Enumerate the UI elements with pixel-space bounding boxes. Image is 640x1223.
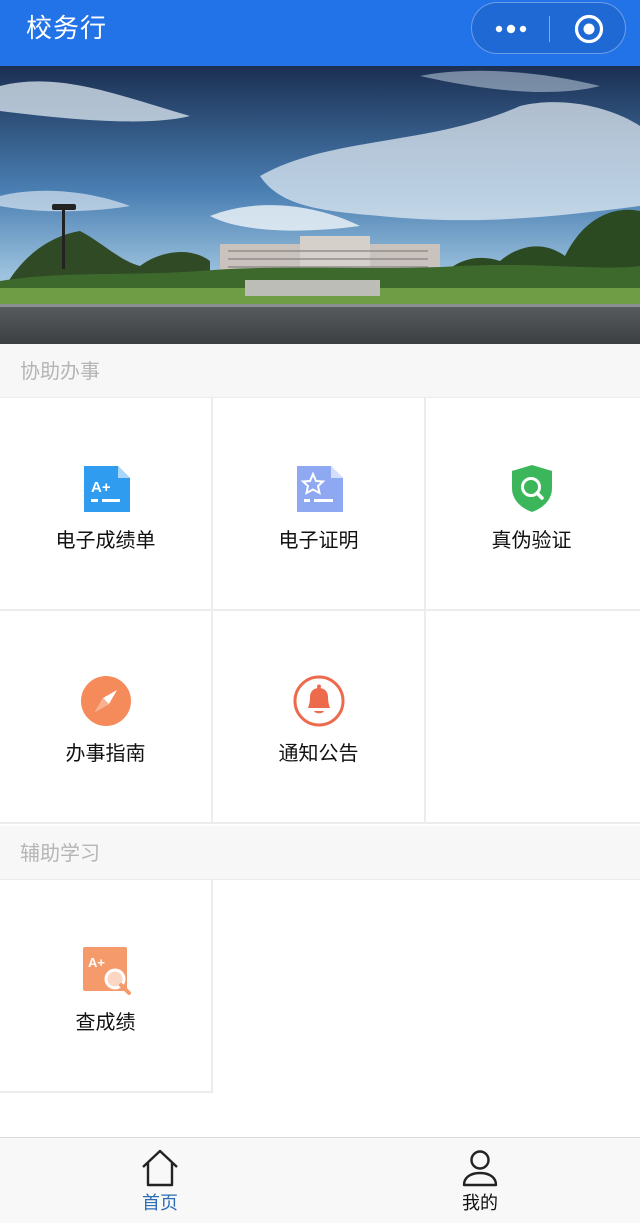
certificate-star-icon	[297, 466, 343, 512]
tile-label: 真伪验证	[491, 528, 572, 552]
tile-label: 通知公告	[278, 741, 359, 765]
home-icon	[142, 1149, 178, 1187]
section-study-assist-header: 辅助学习	[0, 826, 640, 880]
circle-target-icon	[574, 14, 603, 44]
bell-icon	[293, 675, 345, 727]
tab-home[interactable]: 首页	[0, 1138, 320, 1223]
more-button[interactable]	[472, 3, 549, 55]
transcript-a-plus-icon: A+	[84, 466, 130, 512]
more-dots-icon	[495, 24, 526, 34]
assist-affairs-grid: A+ 电子成绩单 电子证明 真伪验证 办事指南 通知公告	[0, 398, 640, 824]
study-assist-grid: A+ 查成绩	[0, 880, 640, 1093]
tile-label: 查成绩	[75, 1010, 136, 1034]
miniprogram-capsule	[471, 2, 626, 54]
tile-label: 电子成绩单	[55, 528, 156, 552]
grade-search-icon: A+	[83, 947, 131, 995]
svg-text:A+: A+	[91, 479, 111, 496]
bottom-tab-bar: 首页 我的	[0, 1137, 640, 1223]
section-assist-affairs-header: 协助办事	[0, 344, 640, 398]
check-grades-tile[interactable]: A+ 查成绩	[0, 880, 213, 1093]
section-title: 协助办事	[20, 359, 100, 383]
compass-icon	[81, 676, 131, 726]
section-title: 辅助学习	[20, 841, 100, 865]
page-title: 校务行	[26, 14, 108, 44]
tab-label: 我的	[462, 1193, 498, 1214]
user-icon	[462, 1150, 498, 1187]
guide-tile[interactable]: 办事指南	[0, 611, 213, 824]
certificate-tile[interactable]: 电子证明	[213, 398, 426, 611]
svg-text:A+: A+	[88, 955, 105, 970]
tile-label: 电子证明	[278, 528, 359, 552]
verify-tile[interactable]: 真伪验证	[426, 398, 640, 611]
campus-banner-image	[0, 66, 640, 344]
empty-tile	[426, 611, 640, 824]
notice-tile[interactable]: 通知公告	[213, 611, 426, 824]
transcript-tile[interactable]: A+ 电子成绩单	[0, 398, 213, 611]
close-button[interactable]	[550, 3, 627, 55]
shield-search-icon	[512, 465, 552, 512]
tab-mine[interactable]: 我的	[320, 1138, 640, 1223]
tab-label: 首页	[142, 1193, 178, 1214]
tile-label: 办事指南	[65, 741, 146, 765]
app-page: 校务行 协助办事 A+ 电子成绩单 电子证明 真伪验证 办事指南 通知公告 辅助…	[0, 0, 640, 1223]
top-navigation-bar: 校务行	[0, 0, 640, 66]
